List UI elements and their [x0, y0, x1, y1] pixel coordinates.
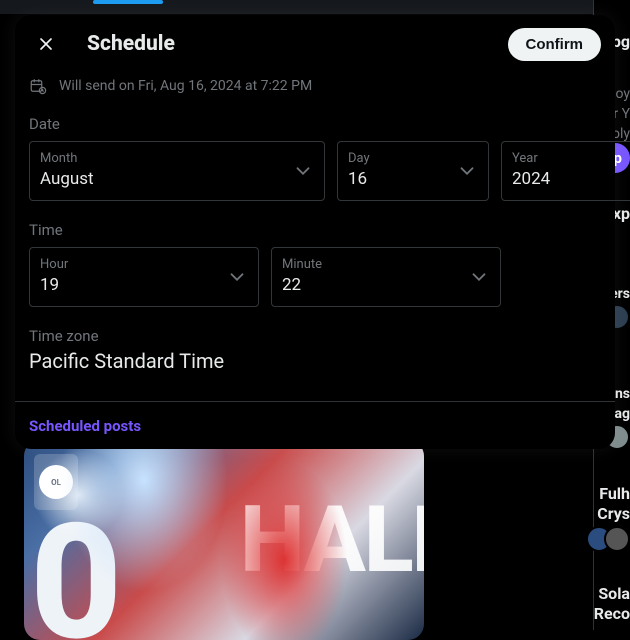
trend-fc-avatars [578, 520, 630, 558]
day-field-label: Day [348, 152, 448, 166]
dialog-footer: Scheduled posts [15, 401, 615, 449]
active-tab-indicator [93, 0, 163, 4]
month-field-value: August [40, 168, 284, 190]
chevron-down-icon [468, 266, 490, 288]
dialog-title: Schedule [87, 32, 484, 56]
hour-field-value: 19 [40, 274, 218, 296]
minute-field-value: 22 [282, 274, 460, 296]
trend-reco[interactable]: Reco [586, 598, 630, 630]
day-field-value: 16 [348, 168, 448, 190]
minute-field-label: Minute [282, 258, 460, 272]
close-icon [36, 34, 56, 54]
hour-field-label: Hour [40, 258, 218, 272]
send-time-summary: Will send on Fri, Aug 16, 2024 at 7:22 P… [15, 73, 615, 111]
day-select[interactable]: Day 16 [337, 141, 489, 201]
club-badge: OL [34, 454, 78, 510]
schedule-dialog: Schedule Confirm Will send on Fri, Aug 1… [15, 15, 615, 449]
scheduled-posts-link[interactable]: Scheduled posts [29, 417, 141, 435]
club-badge-text: OL [39, 465, 73, 499]
year-field-label: Year [512, 152, 630, 166]
hour-select[interactable]: Hour 19 [29, 247, 259, 307]
date-section: Date Month August Day 16 Year 2024 [15, 115, 615, 201]
close-button[interactable] [29, 27, 63, 61]
post-media-preview: 0 OL HALF [24, 440, 424, 640]
schedule-send-icon [29, 77, 47, 95]
dialog-header: Schedule Confirm [15, 15, 615, 73]
month-field-label: Month [40, 152, 284, 166]
confirm-button[interactable]: Confirm [508, 28, 602, 61]
minute-select[interactable]: Minute 22 [271, 247, 501, 307]
chevron-down-icon [456, 160, 478, 182]
halftime-text: HALF [294, 440, 406, 640]
date-label: Date [29, 115, 601, 133]
chevron-down-icon [292, 160, 314, 182]
timezone-label: Time zone [29, 327, 601, 345]
time-section: Time Hour 19 Minute 22 [15, 221, 615, 307]
year-select[interactable]: Year 2024 [501, 141, 630, 201]
year-field-value: 2024 [512, 168, 630, 190]
chevron-down-icon [226, 266, 248, 288]
month-select[interactable]: Month August [29, 141, 325, 201]
send-time-text: Will send on Fri, Aug 16, 2024 at 7:22 P… [59, 78, 312, 94]
time-label: Time [29, 221, 601, 239]
timezone-section: Time zone Pacific Standard Time [15, 307, 615, 373]
score-home: 0 [30, 504, 122, 640]
timezone-value: Pacific Standard Time [29, 349, 601, 373]
